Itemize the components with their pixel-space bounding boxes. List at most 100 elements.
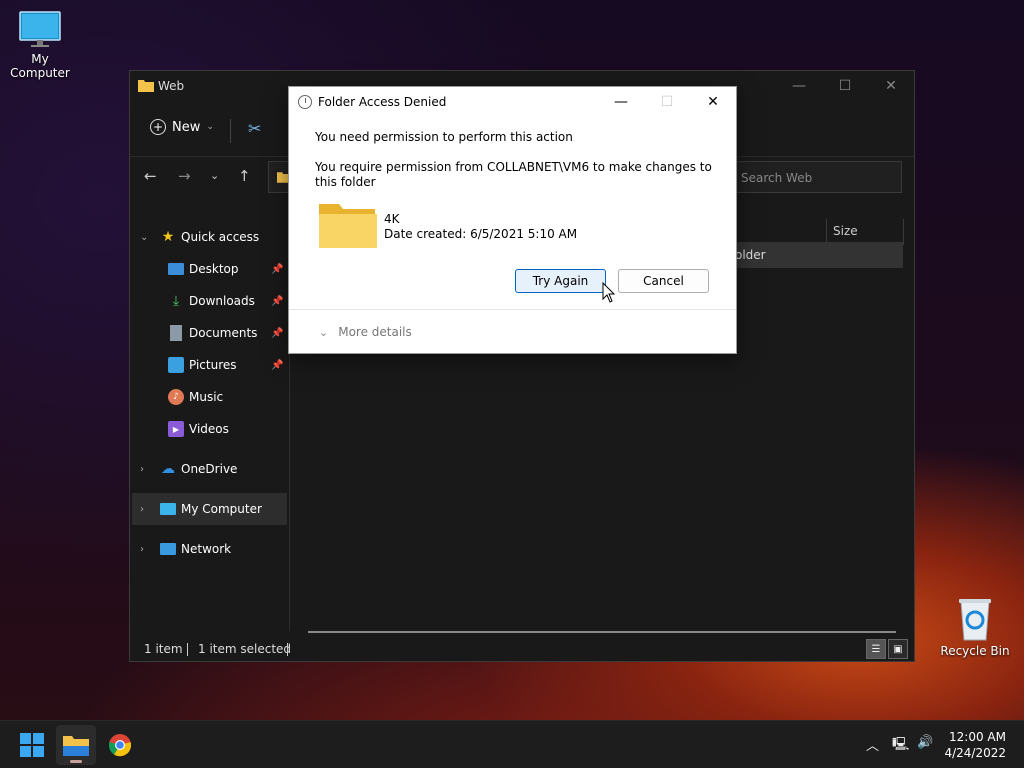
desktop-icon-label: My Computer (10, 52, 70, 80)
selection-count: 1 item selected (198, 642, 292, 656)
search-input[interactable]: Search Web (730, 161, 902, 193)
taskbar-chrome[interactable] (100, 725, 140, 765)
star-icon: ★ (161, 229, 175, 245)
music-icon: ♪ (168, 389, 184, 405)
pin-icon[interactable]: 📌 (271, 328, 283, 339)
pin-icon[interactable]: 📌 (271, 264, 283, 275)
dialog-message-primary: You need permission to perform this acti… (315, 130, 573, 144)
sidebar-item-music[interactable]: ♪ Music (130, 381, 289, 413)
monitor-icon (19, 11, 61, 47)
dialog-title: Folder Access Denied (318, 95, 447, 109)
toolbar-divider (230, 119, 231, 143)
more-details-label: More details (338, 325, 412, 339)
minimize-button[interactable]: — (598, 87, 644, 117)
sidebar-item-label: Desktop (189, 262, 239, 276)
status-bar: 1 item 1 item selected ☰ ▣ (130, 639, 914, 661)
cancel-button[interactable]: Cancel (618, 269, 709, 293)
folder-date-created: Date created: 6/5/2021 5:10 AM (384, 227, 578, 241)
sidebar-item-onedrive[interactable]: › ☁ OneDrive (130, 453, 289, 485)
pin-icon[interactable]: 📌 (271, 296, 283, 307)
dialog-title-bar[interactable]: Folder Access Denied — ☐ ✕ (289, 87, 736, 117)
sidebar-item-label: Documents (189, 326, 258, 340)
sidebar-item-downloads[interactable]: ⤓ Downloads 📌 (130, 285, 289, 317)
sidebar-item-label: Videos (189, 422, 229, 436)
start-button[interactable] (12, 725, 52, 765)
sidebar-item-desktop[interactable]: Desktop 📌 (130, 253, 289, 285)
clock-date: 4/24/2022 (944, 746, 1006, 760)
file-explorer-icon (63, 736, 89, 756)
folder-icon (138, 80, 154, 92)
sidebar-item-label: Music (189, 390, 224, 404)
dialog-message-secondary: You require permission from COLLABNET\VM… (315, 160, 712, 189)
forward-arrow-icon[interactable]: → (178, 167, 191, 185)
recent-locations-icon[interactable]: ⌄ (210, 169, 219, 182)
status-divider (187, 643, 188, 656)
selected-file-row[interactable]: older (727, 242, 903, 268)
maximize-button[interactable]: ☐ (822, 71, 868, 101)
active-indicator (70, 760, 82, 763)
minimize-button[interactable]: — (776, 71, 822, 101)
desktop-recycle-bin[interactable]: Recycle Bin (935, 596, 1015, 658)
volume-icon[interactable]: 🔊 (917, 735, 933, 750)
navigation-pane: ⌄ ★ Quick access Desktop 📌 ⤓ Downloads 📌… (130, 221, 289, 565)
sidebar-item-label: Quick access (181, 230, 260, 244)
plus-icon: + (150, 119, 166, 135)
chevron-down-icon: ⌄ (206, 122, 214, 132)
recycle-bin-icon (959, 599, 991, 641)
sidebar-item-network[interactable]: › Network (130, 533, 289, 565)
pin-icon[interactable]: 📌 (271, 360, 283, 371)
show-hidden-icons-chevron-icon[interactable]: ︿ (866, 735, 879, 754)
sidebar-item-my-computer[interactable]: › My Computer (132, 493, 287, 525)
desktop-icon (168, 263, 184, 275)
mouse-cursor-icon (602, 282, 616, 303)
status-divider (287, 643, 288, 656)
item-count: 1 item (144, 642, 183, 656)
folder-name: 4K (384, 212, 400, 226)
network-status-icon[interactable]: 🖳 (892, 735, 909, 757)
taskbar: ︿ 🖳 🔊 12:00 AM 4/24/2022 (0, 720, 1024, 768)
sidebar-item-quick-access[interactable]: ⌄ ★ Quick access (130, 221, 289, 253)
back-arrow-icon[interactable]: ← (144, 167, 157, 185)
new-button[interactable]: + New ⌄ (150, 119, 214, 135)
folder-access-denied-dialog: Folder Access Denied — ☐ ✕ You need perm… (288, 86, 737, 354)
documents-icon (170, 325, 182, 341)
more-details-toggle[interactable]: ⌄ More details (319, 325, 412, 339)
desktop-my-computer[interactable]: My Computer (0, 10, 80, 80)
new-button-label: New (172, 119, 201, 135)
details-view-icon[interactable]: ☰ (866, 639, 886, 659)
large-icons-view-icon[interactable]: ▣ (888, 639, 908, 659)
network-icon (160, 543, 176, 555)
pictures-icon (168, 357, 184, 373)
monitor-icon (160, 503, 176, 515)
maximize-button: ☐ (660, 94, 674, 110)
sidebar-item-label: Network (181, 542, 232, 556)
chevron-down-icon[interactable]: ⌄ (140, 232, 148, 243)
chevron-right-icon[interactable]: › (140, 504, 144, 515)
up-arrow-icon[interactable]: ↑ (238, 167, 251, 185)
sidebar-item-label: Pictures (189, 358, 237, 372)
sidebar-item-documents[interactable]: Documents 📌 (130, 317, 289, 349)
sidebar-item-label: Downloads (189, 294, 255, 308)
try-again-button[interactable]: Try Again (515, 269, 606, 293)
downloads-icon: ⤓ (172, 293, 180, 309)
clock-time: 12:00 AM (949, 730, 1006, 744)
taskbar-file-explorer[interactable] (56, 725, 96, 765)
chevron-right-icon[interactable]: › (140, 544, 144, 555)
sidebar-item-label: OneDrive (181, 462, 238, 476)
sidebar-item-pictures[interactable]: Pictures 📌 (130, 349, 289, 381)
chevron-down-icon: ⌄ (319, 325, 329, 339)
system-clock[interactable]: 12:00 AM 4/24/2022 (944, 729, 1006, 761)
close-button[interactable]: ✕ (868, 71, 914, 101)
folder-icon (319, 204, 377, 248)
dialog-footer: ⌄ More details (289, 309, 736, 355)
cut-icon[interactable]: ✂ (248, 119, 261, 138)
chrome-icon (108, 734, 132, 757)
sidebar-item-videos[interactable]: ▶ Videos (130, 413, 289, 445)
windows-logo-icon (20, 733, 44, 757)
chevron-right-icon[interactable]: › (140, 464, 144, 475)
close-button[interactable]: ✕ (690, 87, 736, 117)
desktop-icon-label: Recycle Bin (940, 644, 1010, 658)
clock-icon (298, 95, 312, 109)
explorer-title: Web (158, 79, 185, 93)
horizontal-scrollbar[interactable] (308, 631, 896, 633)
